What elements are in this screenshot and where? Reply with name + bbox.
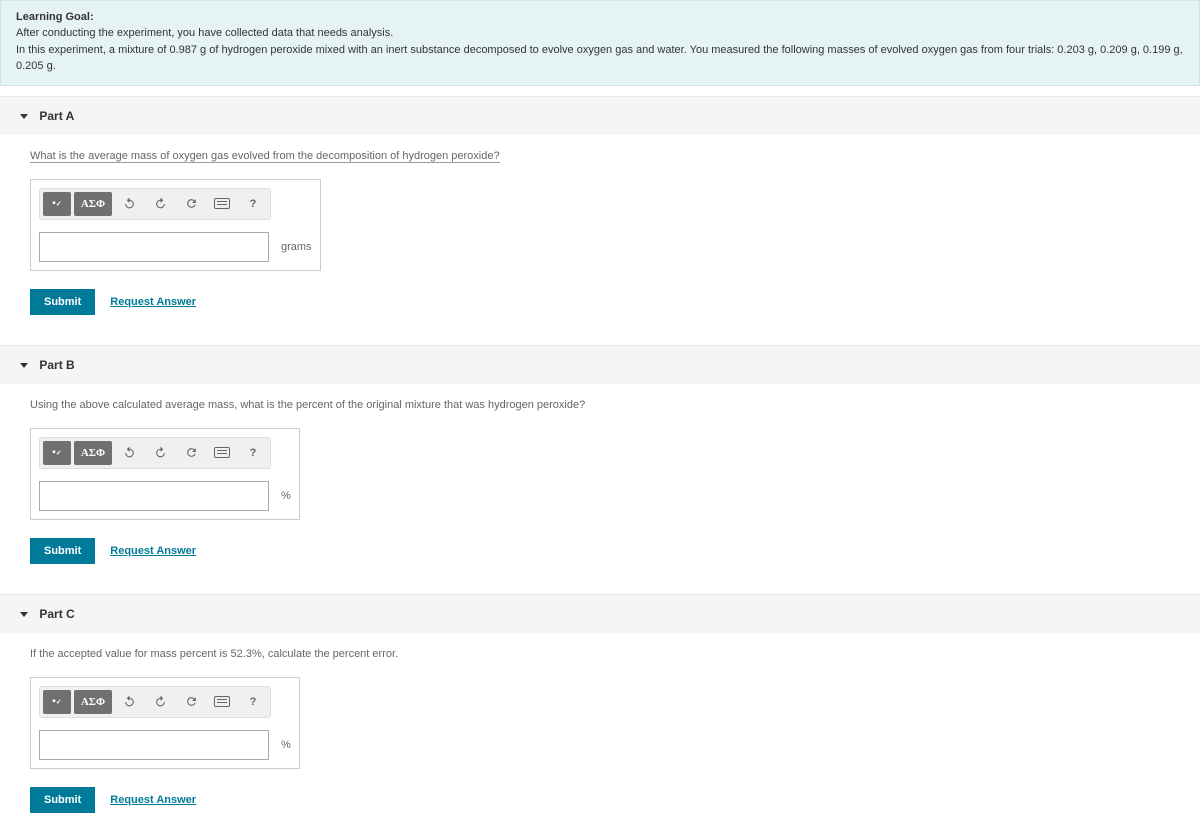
keyboard-icon — [214, 198, 230, 209]
part-b-header[interactable]: Part B — [0, 345, 1200, 384]
part-c-title: Part C — [39, 607, 74, 621]
submit-button[interactable]: Submit — [30, 538, 95, 564]
caret-down-icon — [20, 612, 28, 617]
keyboard-icon — [214, 696, 230, 707]
reset-icon — [185, 197, 198, 210]
part-b-question: Using the above calculated average mass,… — [30, 399, 1170, 413]
unit-label: % — [281, 490, 291, 502]
undo-icon — [123, 197, 136, 210]
caret-down-icon — [20, 363, 28, 368]
part-c-question: If the accepted value for mass percent i… — [30, 648, 1170, 662]
answer-input[interactable] — [39, 730, 269, 760]
part-a-header[interactable]: Part A — [0, 96, 1200, 135]
answer-box: ▪✓ ΑΣΦ ? grams — [30, 179, 321, 271]
reset-icon — [185, 446, 198, 459]
learning-goal-box: Learning Goal: After conducting the expe… — [0, 0, 1200, 86]
actions-row: Submit Request Answer — [30, 787, 1170, 813]
request-answer-link[interactable]: Request Answer — [110, 296, 196, 308]
part-a-question: What is the average mass of oxygen gas e… — [30, 150, 1170, 164]
help-button[interactable]: ? — [239, 192, 267, 216]
keyboard-icon — [214, 447, 230, 458]
help-button[interactable]: ? — [239, 441, 267, 465]
undo-icon — [123, 695, 136, 708]
part-b-body: Using the above calculated average mass,… — [0, 384, 1200, 584]
part-c-header[interactable]: Part C — [0, 594, 1200, 633]
redo-button[interactable] — [146, 690, 174, 714]
answer-input[interactable] — [39, 232, 269, 262]
answer-box: ▪✓ ΑΣΦ ? % — [30, 677, 300, 769]
greek-button[interactable]: ΑΣΦ — [74, 441, 112, 465]
redo-icon — [154, 446, 167, 459]
unit-label: grams — [281, 241, 312, 253]
equation-toolbar: ▪✓ ΑΣΦ ? — [39, 686, 271, 718]
reset-button[interactable] — [177, 192, 205, 216]
input-row: grams — [39, 232, 312, 262]
redo-button[interactable] — [146, 192, 174, 216]
part-b: Part B Using the above calculated averag… — [0, 345, 1200, 584]
equation-toolbar: ▪✓ ΑΣΦ ? — [39, 437, 271, 469]
part-a-body: What is the average mass of oxygen gas e… — [0, 135, 1200, 335]
part-c-body: If the accepted value for mass percent i… — [0, 633, 1200, 833]
part-c: Part C If the accepted value for mass pe… — [0, 594, 1200, 833]
templates-button[interactable]: ▪✓ — [43, 441, 71, 465]
redo-button[interactable] — [146, 441, 174, 465]
answer-input[interactable] — [39, 481, 269, 511]
equation-toolbar: ▪✓ ΑΣΦ ? — [39, 188, 271, 220]
actions-row: Submit Request Answer — [30, 289, 1170, 315]
caret-down-icon — [20, 114, 28, 119]
unit-label: % — [281, 739, 291, 751]
actions-row: Submit Request Answer — [30, 538, 1170, 564]
greek-button[interactable]: ΑΣΦ — [74, 690, 112, 714]
reset-button[interactable] — [177, 441, 205, 465]
reset-button[interactable] — [177, 690, 205, 714]
answer-box: ▪✓ ΑΣΦ ? % — [30, 428, 300, 520]
part-b-title: Part B — [39, 358, 74, 372]
input-row: % — [39, 730, 291, 760]
submit-button[interactable]: Submit — [30, 787, 95, 813]
undo-button[interactable] — [115, 690, 143, 714]
learning-goal-title: Learning Goal: — [16, 11, 1184, 23]
keyboard-button[interactable] — [208, 690, 236, 714]
templates-button[interactable]: ▪✓ — [43, 690, 71, 714]
submit-button[interactable]: Submit — [30, 289, 95, 315]
input-row: % — [39, 481, 291, 511]
request-answer-link[interactable]: Request Answer — [110, 545, 196, 557]
learning-goal-line1: After conducting the experiment, you hav… — [16, 25, 1184, 42]
request-answer-link[interactable]: Request Answer — [110, 794, 196, 806]
part-a: Part A What is the average mass of oxyge… — [0, 96, 1200, 335]
greek-button[interactable]: ΑΣΦ — [74, 192, 112, 216]
reset-icon — [185, 695, 198, 708]
part-a-title: Part A — [39, 109, 74, 123]
redo-icon — [154, 197, 167, 210]
redo-icon — [154, 695, 167, 708]
keyboard-button[interactable] — [208, 441, 236, 465]
undo-button[interactable] — [115, 192, 143, 216]
templates-button[interactable]: ▪✓ — [43, 192, 71, 216]
keyboard-button[interactable] — [208, 192, 236, 216]
help-button[interactable]: ? — [239, 690, 267, 714]
undo-icon — [123, 446, 136, 459]
undo-button[interactable] — [115, 441, 143, 465]
learning-goal-line2: In this experiment, a mixture of 0.987 g… — [16, 42, 1184, 75]
